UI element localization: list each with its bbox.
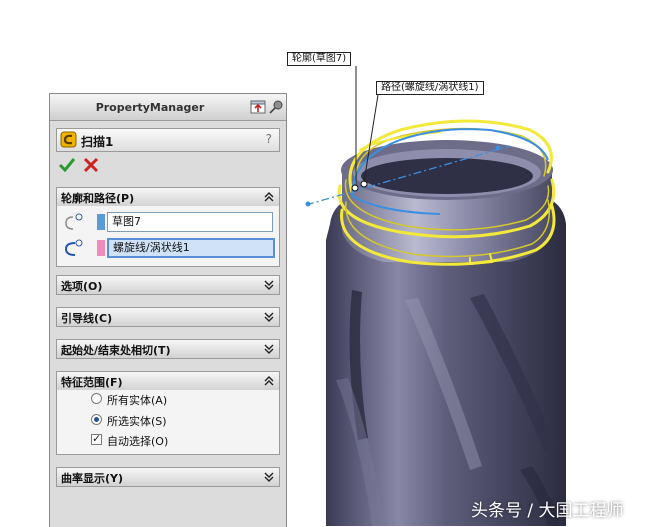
chevron-up-icon[interactable] [264, 375, 274, 387]
feature-header: 扫描1 ? [56, 128, 280, 152]
help-button[interactable]: ? [266, 132, 272, 146]
section-label: 曲率显示(Y) [61, 472, 124, 485]
bottle-body[interactable] [326, 140, 566, 526]
chevron-down-icon[interactable] [264, 343, 274, 355]
chevron-down-icon[interactable] [264, 471, 274, 483]
section-label: 轮廓和路径(P) [61, 192, 135, 205]
pin-expand-icon[interactable] [250, 99, 266, 115]
profile-sketch-icon [65, 213, 83, 230]
property-manager-title: PropertyManager [95, 101, 205, 114]
property-manager-panel: PropertyManager 扫描1 ? 轮廓和路径(P) 草图7 螺旋线/涡… [49, 93, 287, 527]
pushpin-icon[interactable] [268, 99, 284, 115]
path-selection-box[interactable]: 螺旋线/涡状线1 [107, 238, 275, 258]
profile-callout[interactable]: 轮廓(草图7) [287, 52, 352, 66]
auto-select-checkbox[interactable] [91, 432, 102, 445]
section-label: 选项(O) [61, 280, 103, 293]
section-options[interactable]: 选项(O) [56, 275, 280, 295]
option-label: 自动选择(O) [107, 435, 169, 448]
section-curvature-display[interactable]: 曲率显示(Y) [56, 467, 280, 487]
ok-check-icon[interactable] [58, 156, 76, 174]
watermark: 头条号 / 大国工程师 [471, 501, 624, 521]
section-label: 特征范围(F) [61, 376, 123, 389]
path-curve-icon [64, 239, 83, 256]
chevron-down-icon[interactable] [264, 311, 274, 323]
chevron-up-icon[interactable] [264, 191, 274, 203]
profile-path-group: 草图7 螺旋线/涡状线1 [56, 206, 280, 267]
sweep-feature-icon [60, 131, 77, 148]
section-start-end-tangency[interactable]: 起始处/结束处相切(T) [56, 339, 280, 359]
all-bodies-radio[interactable] [91, 393, 102, 404]
path-callout[interactable]: 路径(螺旋线/涡状线1) [376, 81, 484, 95]
option-label: 所选实体(S) [107, 415, 167, 428]
section-label: 引导线(C) [61, 312, 113, 325]
feature-name: 扫描1 [81, 135, 114, 149]
selected-bodies-radio[interactable] [91, 414, 102, 425]
cancel-x-icon[interactable] [82, 156, 100, 174]
feature-scope-group: 所有实体(A) 所选实体(S) 自动选择(O) [56, 390, 280, 455]
section-label: 起始处/结束处相切(T) [61, 344, 171, 357]
profile-selection-box[interactable]: 草图7 [107, 212, 273, 232]
section-feature-scope[interactable]: 特征范围(F) [56, 371, 280, 391]
section-guide-curves[interactable]: 引导线(C) [56, 307, 280, 327]
option-label: 所有实体(A) [107, 394, 168, 407]
chevron-down-icon[interactable] [264, 279, 274, 291]
profile-color-swatch [97, 214, 105, 230]
property-manager-title-bar: PropertyManager [50, 94, 286, 121]
path-color-swatch [97, 240, 105, 256]
section-profile-and-path[interactable]: 轮廓和路径(P) [56, 187, 280, 207]
